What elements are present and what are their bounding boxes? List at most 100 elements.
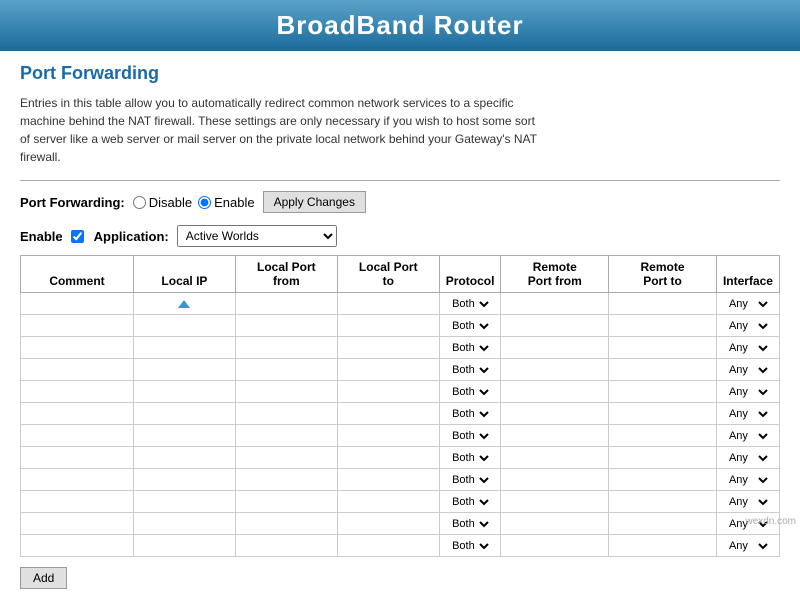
cell-remote-port-from[interactable] bbox=[501, 447, 609, 469]
cell-local-port-to[interactable] bbox=[337, 513, 439, 535]
cell-local-ip[interactable] bbox=[133, 293, 235, 315]
cell-comment[interactable] bbox=[21, 447, 134, 469]
protocol-select[interactable]: BothTCPUDP bbox=[448, 473, 492, 487]
protocol-select[interactable]: BothTCPUDP bbox=[448, 429, 492, 443]
remote-port-from-input[interactable] bbox=[505, 299, 604, 311]
enable-checkbox[interactable] bbox=[71, 230, 84, 243]
cell-local-port-to[interactable] bbox=[337, 403, 439, 425]
remote-port-to-input[interactable] bbox=[613, 343, 712, 355]
comment-input[interactable] bbox=[25, 409, 129, 421]
local-port-to-input[interactable] bbox=[342, 321, 435, 333]
comment-input[interactable] bbox=[25, 541, 129, 553]
cell-comment[interactable] bbox=[21, 535, 134, 557]
cell-comment[interactable] bbox=[21, 513, 134, 535]
local-ip-input[interactable] bbox=[138, 497, 231, 509]
apply-changes-button[interactable]: Apply Changes bbox=[263, 191, 366, 213]
cell-protocol[interactable]: BothTCPUDP bbox=[439, 513, 501, 535]
cell-local-port-to[interactable] bbox=[337, 535, 439, 557]
cell-remote-port-to[interactable] bbox=[609, 469, 717, 491]
cell-comment[interactable] bbox=[21, 469, 134, 491]
cell-comment[interactable] bbox=[21, 425, 134, 447]
cell-remote-port-from[interactable] bbox=[501, 491, 609, 513]
local-port-from-input[interactable] bbox=[240, 431, 333, 443]
cell-comment[interactable] bbox=[21, 359, 134, 381]
interface-select[interactable]: AnyWANLAN bbox=[725, 363, 771, 377]
remote-port-to-input[interactable] bbox=[613, 453, 712, 465]
cell-local-ip[interactable] bbox=[133, 513, 235, 535]
local-port-to-input[interactable] bbox=[342, 409, 435, 421]
local-port-to-input[interactable] bbox=[342, 475, 435, 487]
cell-local-port-from[interactable] bbox=[235, 293, 337, 315]
cell-local-ip[interactable] bbox=[133, 381, 235, 403]
application-select[interactable]: Active WorldsAIM TalkDNSFTPHTTPHTTPSIMAP… bbox=[177, 225, 337, 247]
cell-comment[interactable] bbox=[21, 381, 134, 403]
comment-input[interactable] bbox=[25, 343, 129, 355]
local-port-from-input[interactable] bbox=[240, 321, 333, 333]
cell-remote-port-from[interactable] bbox=[501, 337, 609, 359]
cell-interface[interactable]: AnyWANLAN bbox=[716, 359, 779, 381]
cell-interface[interactable]: AnyWANLAN bbox=[716, 447, 779, 469]
cell-remote-port-to[interactable] bbox=[609, 337, 717, 359]
cell-local-port-to[interactable] bbox=[337, 491, 439, 513]
protocol-select[interactable]: BothTCPUDP bbox=[448, 539, 492, 553]
local-port-from-input[interactable] bbox=[240, 453, 333, 465]
interface-select[interactable]: AnyWANLAN bbox=[725, 495, 771, 509]
cell-local-ip[interactable] bbox=[133, 447, 235, 469]
cell-protocol[interactable]: BothTCPUDP bbox=[439, 447, 501, 469]
cell-remote-port-to[interactable] bbox=[609, 513, 717, 535]
cell-remote-port-to[interactable] bbox=[609, 293, 717, 315]
interface-select[interactable]: AnyWANLAN bbox=[725, 451, 771, 465]
interface-select[interactable]: AnyWANLAN bbox=[725, 319, 771, 333]
cell-local-ip[interactable] bbox=[133, 337, 235, 359]
comment-input[interactable] bbox=[25, 387, 129, 399]
local-ip-input[interactable] bbox=[138, 343, 231, 355]
cell-comment[interactable] bbox=[21, 337, 134, 359]
cell-comment[interactable] bbox=[21, 403, 134, 425]
local-port-from-input[interactable] bbox=[240, 541, 333, 553]
cell-interface[interactable]: AnyWANLAN bbox=[716, 337, 779, 359]
cell-local-port-from[interactable] bbox=[235, 315, 337, 337]
cell-remote-port-to[interactable] bbox=[609, 491, 717, 513]
cell-remote-port-from[interactable] bbox=[501, 403, 609, 425]
remote-port-from-input[interactable] bbox=[505, 365, 604, 377]
cell-comment[interactable] bbox=[21, 491, 134, 513]
local-ip-input[interactable] bbox=[138, 365, 231, 377]
remote-port-from-input[interactable] bbox=[505, 387, 604, 399]
cell-protocol[interactable]: BothTCPUDP bbox=[439, 469, 501, 491]
comment-input[interactable] bbox=[25, 299, 129, 311]
cell-comment[interactable] bbox=[21, 315, 134, 337]
local-port-to-input[interactable] bbox=[342, 497, 435, 509]
cell-local-port-to[interactable] bbox=[337, 359, 439, 381]
cell-remote-port-from[interactable] bbox=[501, 359, 609, 381]
cell-protocol[interactable]: BothTCPUDP bbox=[439, 535, 501, 557]
cell-remote-port-to[interactable] bbox=[609, 535, 717, 557]
interface-select[interactable]: AnyWANLAN bbox=[725, 473, 771, 487]
cell-protocol[interactable]: BothTCPUDP bbox=[439, 293, 501, 315]
local-ip-input[interactable] bbox=[138, 387, 231, 399]
cell-local-port-to[interactable] bbox=[337, 315, 439, 337]
disable-radio[interactable] bbox=[133, 196, 146, 209]
cell-remote-port-to[interactable] bbox=[609, 425, 717, 447]
cell-local-ip[interactable] bbox=[133, 359, 235, 381]
local-port-from-input[interactable] bbox=[240, 387, 333, 399]
cell-remote-port-to[interactable] bbox=[609, 359, 717, 381]
cell-remote-port-from[interactable] bbox=[501, 293, 609, 315]
cell-remote-port-to[interactable] bbox=[609, 403, 717, 425]
local-port-to-input[interactable] bbox=[342, 541, 435, 553]
protocol-select[interactable]: BothTCPUDP bbox=[448, 385, 492, 399]
cell-interface[interactable]: AnyWANLAN bbox=[716, 381, 779, 403]
remote-port-from-input[interactable] bbox=[505, 343, 604, 355]
local-port-to-input[interactable] bbox=[342, 299, 435, 311]
protocol-select[interactable]: BothTCPUDP bbox=[448, 495, 492, 509]
disable-option[interactable]: Disable bbox=[133, 195, 192, 210]
cell-remote-port-from[interactable] bbox=[501, 381, 609, 403]
comment-input[interactable] bbox=[25, 365, 129, 377]
cell-local-port-from[interactable] bbox=[235, 513, 337, 535]
cell-local-ip[interactable] bbox=[133, 403, 235, 425]
remote-port-from-input[interactable] bbox=[505, 475, 604, 487]
interface-select[interactable]: AnyWANLAN bbox=[725, 539, 771, 553]
remote-port-to-input[interactable] bbox=[613, 387, 712, 399]
cell-protocol[interactable]: BothTCPUDP bbox=[439, 359, 501, 381]
cell-local-port-to[interactable] bbox=[337, 469, 439, 491]
cell-remote-port-from[interactable] bbox=[501, 425, 609, 447]
